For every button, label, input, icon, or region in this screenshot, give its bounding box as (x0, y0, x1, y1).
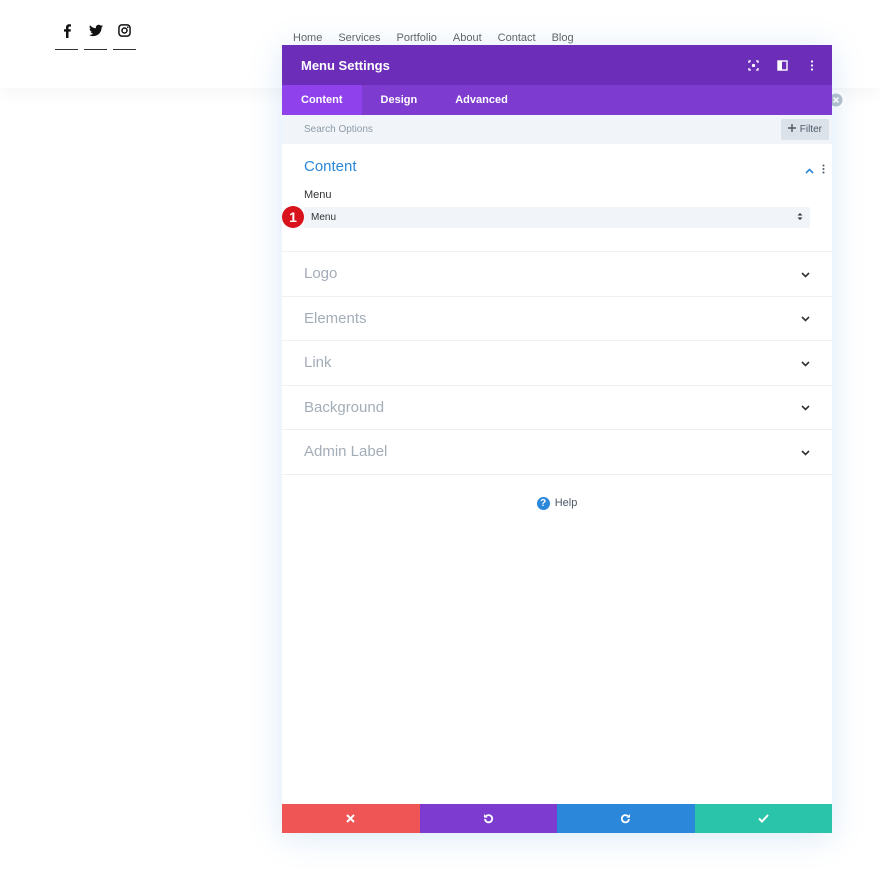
twitter-icon (88, 24, 103, 37)
section-title-admin-label: Admin Label (304, 443, 388, 461)
cancel-button[interactable] (282, 804, 420, 833)
section-title-elements: Elements (304, 309, 367, 327)
save-button[interactable] (694, 804, 832, 833)
plus-icon (787, 124, 796, 135)
nav-contact[interactable]: Contact (498, 32, 536, 44)
undo-icon (483, 814, 493, 824)
chevron-down-icon (801, 265, 810, 283)
tab-design[interactable]: Design (362, 85, 437, 115)
menu-field-label: Menu (304, 189, 332, 201)
fullscreen-icon[interactable] (747, 59, 760, 72)
modal-title: Menu Settings (301, 57, 390, 73)
help-label: Help (554, 497, 578, 509)
chevron-down-icon (801, 398, 810, 416)
section-elements[interactable]: Elements (282, 297, 832, 341)
chevron-down-icon (801, 443, 810, 461)
section-content: Content Menu 1 Menu (282, 144, 832, 252)
nav-home[interactable]: Home (293, 32, 322, 44)
split-view-icon[interactable] (776, 59, 789, 72)
chevron-down-icon (801, 309, 810, 327)
help-link[interactable]: ? Help (282, 496, 832, 510)
facebook-link[interactable] (55, 22, 78, 50)
filter-button[interactable]: Filter (780, 119, 829, 140)
social-links (55, 22, 136, 50)
section-admin-label[interactable]: Admin Label (282, 430, 832, 475)
section-title-background: Background (304, 398, 385, 416)
section-link[interactable]: Link (282, 341, 832, 386)
tab-advanced[interactable]: Advanced (436, 85, 527, 115)
undo-button[interactable] (419, 804, 557, 833)
nav-portfolio[interactable]: Portfolio (397, 32, 437, 44)
facebook-icon (63, 24, 71, 38)
section-title-link: Link (304, 354, 332, 372)
instagram-icon (118, 24, 131, 37)
search-bar: Filter (282, 115, 832, 144)
modal-footer (282, 804, 832, 833)
select-arrows-icon (797, 212, 803, 224)
search-options-input[interactable] (304, 124, 604, 135)
nav-services[interactable]: Services (338, 32, 380, 44)
menu-select-row: 1 Menu (282, 206, 810, 228)
step-badge: 1 (282, 206, 304, 228)
redo-icon (621, 814, 631, 824)
modal-header: Menu Settings (282, 45, 832, 85)
nav-about[interactable]: About (453, 32, 482, 44)
section-title-content[interactable]: Content (304, 158, 810, 175)
section-background[interactable]: Background (282, 386, 832, 430)
filter-label: Filter (799, 124, 822, 135)
chevron-down-icon (801, 354, 810, 372)
section-title-logo: Logo (304, 265, 338, 283)
twitter-link[interactable] (84, 22, 107, 50)
instagram-link[interactable] (113, 22, 136, 50)
tab-content[interactable]: Content (282, 85, 362, 115)
section-controls (805, 161, 825, 179)
save-icon (758, 814, 769, 823)
help-icon: ? (536, 496, 550, 510)
menu-select-value: Menu (311, 212, 337, 223)
menu-settings-modal: Menu Settings Content Design Advanced Fi… (282, 45, 832, 833)
site-nav: Home Services Portfolio About Contact Bl… (293, 32, 574, 44)
section-more-icon[interactable] (822, 161, 825, 179)
settings-tabs: Content Design Advanced (282, 85, 832, 115)
nav-blog[interactable]: Blog (552, 32, 574, 44)
redo-button[interactable] (557, 804, 695, 833)
header-controls (747, 59, 818, 72)
more-options-icon[interactable] (805, 59, 818, 72)
menu-select[interactable]: Menu (304, 207, 810, 228)
chevron-up-icon[interactable] (805, 161, 814, 179)
section-logo[interactable]: Logo (282, 252, 832, 297)
cancel-icon (346, 814, 355, 823)
